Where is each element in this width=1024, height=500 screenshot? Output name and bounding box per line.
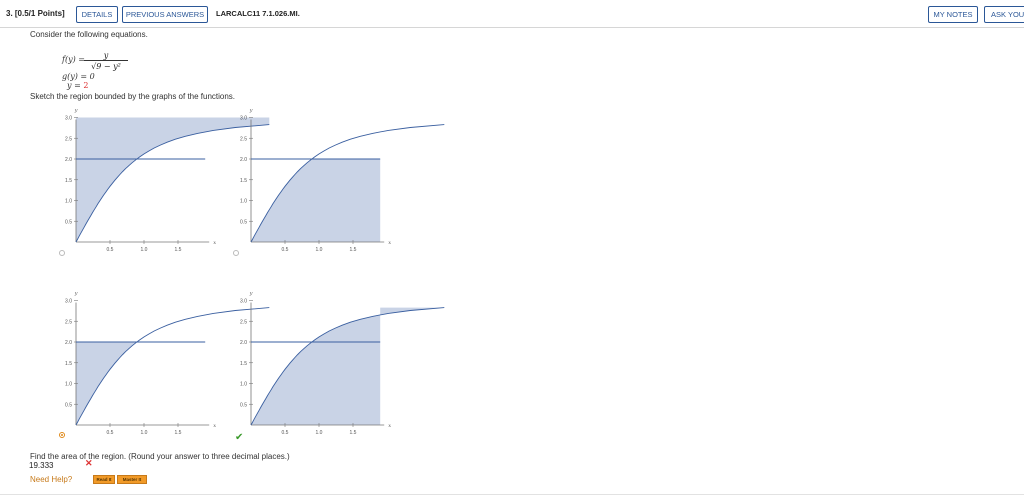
ask-teacher-button[interactable]: ASK YOUR bbox=[984, 6, 1024, 23]
y-axis-label: y bbox=[74, 108, 78, 114]
y-tick-label: 1.0 bbox=[65, 382, 72, 388]
y-tick-label: 1.5 bbox=[240, 178, 247, 184]
graph-option-a[interactable]: 0.5 1.0 1.5 2.0 2.5 3.0 0.5 1.0 1.5 x y bbox=[60, 100, 270, 265]
y-axis-label: y bbox=[74, 291, 78, 297]
y-tick-label: 3.0 bbox=[240, 116, 247, 122]
y-equation-value: 2 bbox=[83, 81, 89, 90]
y-tick-label: 2.5 bbox=[240, 319, 247, 325]
graph-option-b[interactable]: 0.5 1.0 1.5 2.0 2.5 3.0 0.5 1.0 1.5 x y bbox=[235, 100, 445, 265]
f-equation-fraction: y √9 − y² bbox=[84, 51, 128, 71]
area-answer-input[interactable] bbox=[29, 460, 84, 470]
graph-option-d[interactable]: 0.5 1.0 1.5 2.0 2.5 3.0 0.5 1.0 1.5 x y bbox=[235, 283, 445, 448]
x-axis-label: x bbox=[388, 423, 391, 429]
y-tick-label: 2.5 bbox=[65, 319, 72, 325]
y-equation: y = 2 bbox=[67, 81, 88, 90]
incorrect-x-icon: ✕ bbox=[85, 458, 93, 468]
graph-option-c[interactable]: 0.5 1.0 1.5 2.0 2.5 3.0 0.5 1.0 1.5 x y bbox=[60, 283, 270, 448]
question-header: 3. [0.5/1 Points] DETAILS PREVIOUS ANSWE… bbox=[0, 0, 1024, 28]
my-notes-button[interactable]: MY NOTES bbox=[928, 6, 978, 23]
question-number: 3. [0.5/1 Points] bbox=[6, 9, 65, 18]
x-tick-label: 0.5 bbox=[282, 247, 289, 253]
y-tick-label: 1.0 bbox=[240, 382, 247, 388]
x-tick-label: 1.0 bbox=[316, 430, 323, 436]
y-tick-label: 1.0 bbox=[65, 199, 72, 205]
read-it-button[interactable]: Read It bbox=[93, 475, 115, 484]
radio-option-a[interactable] bbox=[59, 250, 65, 256]
x-tick-label: 1.5 bbox=[175, 430, 182, 436]
y-tick-label: 2.0 bbox=[240, 157, 247, 163]
y-tick-label: 0.5 bbox=[240, 402, 247, 408]
region-fill bbox=[76, 342, 137, 425]
y-tick-label: 2.0 bbox=[65, 340, 72, 346]
x-tick-label: 1.5 bbox=[175, 247, 182, 253]
graph-svg-c: 0.5 1.0 1.5 2.0 2.5 3.0 0.5 1.0 1.5 x y bbox=[65, 291, 270, 436]
radio-option-b[interactable] bbox=[233, 250, 239, 256]
y-axis-label: y bbox=[249, 108, 253, 114]
y-tick-label: 0.5 bbox=[240, 219, 247, 225]
problem-code: LARCALC11 7.1.026.MI. bbox=[216, 9, 300, 18]
y-tick-label: 0.5 bbox=[65, 402, 72, 408]
x-axis-label: x bbox=[213, 240, 216, 246]
f-equation-lhs: f(y) = bbox=[62, 55, 85, 64]
g-equation: g(y) = 0 bbox=[62, 72, 95, 81]
radio-option-c[interactable] bbox=[59, 432, 65, 438]
y-tick-label: 2.5 bbox=[240, 136, 247, 142]
y-tick-label: 1.0 bbox=[240, 199, 247, 205]
bottom-divider bbox=[0, 494, 1024, 495]
x-tick-label: 0.5 bbox=[107, 430, 114, 436]
previous-answers-button[interactable]: PREVIOUS ANSWERS bbox=[122, 6, 208, 23]
x-axis-label: x bbox=[213, 423, 216, 429]
graph-svg-a: 0.5 1.0 1.5 2.0 2.5 3.0 0.5 1.0 1.5 x y bbox=[65, 108, 270, 253]
y-tick-label: 1.5 bbox=[240, 361, 247, 367]
details-button[interactable]: DETAILS bbox=[76, 6, 118, 23]
y-axis-label: y bbox=[249, 291, 253, 297]
y-tick-label: 2.0 bbox=[240, 340, 247, 346]
f-numerator: y bbox=[103, 51, 109, 60]
x-tick-label: 1.0 bbox=[141, 430, 148, 436]
graph-svg-d: 0.5 1.0 1.5 2.0 2.5 3.0 0.5 1.0 1.5 x y bbox=[240, 291, 445, 436]
x-tick-label: 0.5 bbox=[107, 247, 114, 253]
x-tick-label: 1.0 bbox=[141, 247, 148, 253]
x-tick-label: 1.5 bbox=[350, 430, 357, 436]
y-tick-label: 1.5 bbox=[65, 178, 72, 184]
x-axis-label: x bbox=[388, 240, 391, 246]
y-tick-label: 3.0 bbox=[240, 299, 247, 305]
y-tick-label: 2.5 bbox=[65, 136, 72, 142]
region-fill bbox=[251, 159, 381, 242]
need-help-label: Need Help? bbox=[30, 475, 73, 484]
y-tick-label: 0.5 bbox=[65, 219, 72, 225]
region-fill bbox=[251, 307, 445, 425]
x-tick-label: 1.0 bbox=[316, 247, 323, 253]
correct-check-icon: ✔ bbox=[235, 432, 244, 443]
x-tick-label: 0.5 bbox=[282, 430, 289, 436]
x-tick-label: 1.5 bbox=[350, 247, 357, 253]
f-denominator: √9 − y² bbox=[84, 60, 128, 71]
graph-svg-b: 0.5 1.0 1.5 2.0 2.5 3.0 0.5 1.0 1.5 x y bbox=[240, 108, 445, 253]
problem-intro: Consider the following equations. bbox=[30, 30, 148, 39]
y-equation-lhs: y = bbox=[67, 81, 81, 90]
y-tick-label: 1.5 bbox=[65, 361, 72, 367]
y-tick-label: 2.0 bbox=[65, 157, 72, 163]
y-tick-label: 3.0 bbox=[65, 299, 72, 305]
y-tick-label: 3.0 bbox=[65, 116, 72, 122]
master-it-button[interactable]: Master It bbox=[117, 475, 147, 484]
